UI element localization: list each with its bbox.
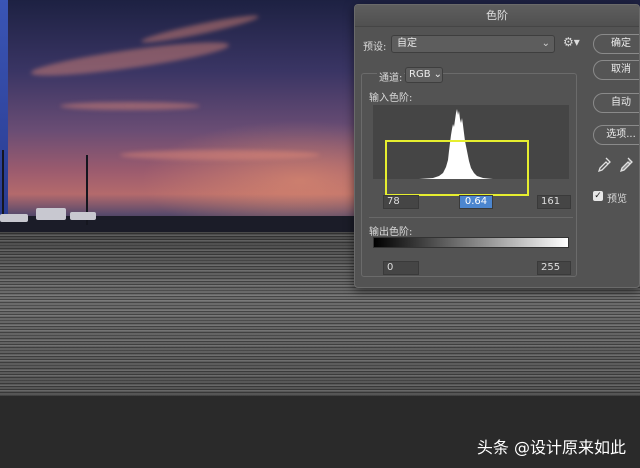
gray-eyedropper-icon[interactable] [619,157,633,173]
highlight-box [385,140,529,196]
watermark-text: 头条 @设计原来如此 [476,438,626,457]
cancel-button[interactable]: 取消 [593,60,639,80]
channel-value: RGB [409,69,431,80]
boat [36,208,66,220]
preset-value: 自定 [397,38,417,49]
gear-icon[interactable]: ⚙▾ [563,35,580,49]
input-levels-label: 输入色阶: [369,93,413,104]
cloud [60,102,200,110]
auto-button[interactable]: 自动 [593,93,639,113]
ok-button[interactable]: 确定 [593,34,639,54]
input-black-field[interactable]: 78 [383,195,419,209]
channel-select[interactable]: RGB ⌄ [405,67,443,83]
dialog-title[interactable]: 色阶 [355,5,639,27]
boat [0,214,28,222]
black-eyedropper-icon[interactable] [597,157,611,173]
cloud [140,11,260,47]
input-gamma-field[interactable]: 0.64 [459,195,493,209]
mast [2,150,4,220]
input-white-field[interactable]: 161 [537,195,571,209]
channel-label: 通道: [377,69,405,84]
preset-label: 预设: [363,42,387,53]
preview-checkbox[interactable]: ✓ [593,191,603,201]
preset-select[interactable]: 自定 ⌄ [391,35,555,53]
output-levels-label: 输出色阶: [369,227,413,238]
chevron-down-icon: ⌄ [433,69,442,80]
cloud [29,36,231,82]
cloud [120,150,320,160]
preview-label: 预览 [607,194,627,205]
output-white-field[interactable]: 255 [537,261,571,275]
levels-dialog: 色阶 预设: 自定 ⌄ ⚙▾ 确定 取消 自动 选项... ✓ 预览 通道: R… [354,4,640,288]
output-gradient [373,237,569,248]
boat [70,212,96,220]
options-button[interactable]: 选项... [593,125,639,145]
chevron-down-icon: ⌄ [541,38,550,49]
divider [369,217,573,218]
output-black-field[interactable]: 0 [383,261,419,275]
